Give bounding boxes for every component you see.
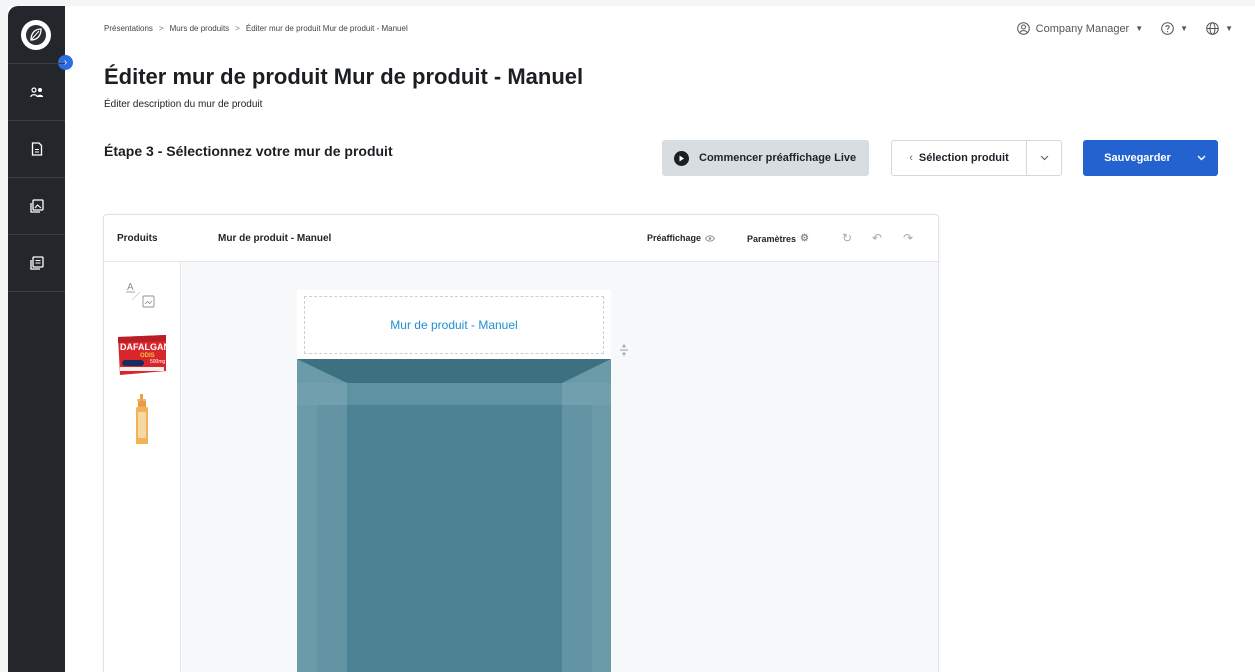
app-logo[interactable] [21, 20, 51, 50]
top-right-menu: Company Manager ▼ ▼ ▼ [1016, 22, 1233, 35]
chevron-down-icon [1197, 155, 1205, 161]
text-image-block-icon[interactable]: A [118, 280, 158, 314]
product-selection-main[interactable]: ‹ Sélection produit [892, 141, 1027, 175]
user-menu[interactable]: Company Manager ▼ [1016, 22, 1144, 35]
shelf-graphic [297, 359, 611, 672]
chevron-down-icon: ▼ [1180, 24, 1189, 33]
wall-shelf[interactable] [297, 359, 611, 672]
settings-button[interactable]: Paramètres ⚙ [747, 233, 809, 244]
chevron-down-icon: ▼ [1225, 24, 1233, 33]
step-title: Étape 3 - Sélectionnez votre mur de prod… [104, 143, 393, 159]
text-letter: A [127, 282, 134, 293]
page-description-link[interactable]: Éditer description du mur de produit [104, 99, 262, 110]
help-icon [1161, 22, 1174, 35]
sidebar-item-users[interactable] [8, 64, 65, 121]
refresh-icon[interactable]: ↻ [842, 231, 852, 245]
help-menu[interactable]: ▼ [1161, 22, 1188, 35]
breadcrumb: Présentations > Murs de produits > Édite… [104, 24, 408, 33]
breadcrumb-item-product-walls[interactable]: Murs de produits [170, 24, 230, 33]
user-circle-icon [1016, 22, 1030, 35]
presentations-icon [29, 256, 44, 270]
save-button[interactable]: Sauvegarder [1083, 140, 1218, 176]
preview-toggle-label: Préaffichage [647, 233, 702, 243]
gear-icon: ⚙ [800, 233, 810, 244]
save-dropdown[interactable] [1184, 140, 1218, 176]
wall-editor: Produits Mur de produit - Manuel Préaffi… [103, 214, 939, 672]
product-selection-dropdown[interactable] [1027, 141, 1061, 175]
products-panel: A DAFALGAN ODIS 500mg [104, 262, 181, 672]
chevron-left-icon: ‹ [909, 152, 913, 164]
breadcrumb-separator: > [158, 24, 164, 33]
leaf-logo-icon [26, 25, 46, 45]
product-dafalgan[interactable]: DAFALGAN ODIS 500mg [116, 333, 170, 377]
breadcrumb-item-current: Éditer mur de produit Mur de produit - M… [245, 24, 408, 33]
svg-text:500mg: 500mg [150, 359, 166, 365]
start-live-preview-label: Commencer préaffichage Live [699, 152, 857, 164]
users-icon [29, 87, 43, 98]
sidebar-item-gallery[interactable] [8, 178, 65, 235]
split-row-icon[interactable] [619, 344, 629, 358]
eye-icon [705, 234, 716, 242]
wall-header[interactable]: Mur de produit - Manuel [297, 290, 611, 359]
save-label: Sauvegarder [1104, 152, 1171, 164]
products-panel-title: Produits [117, 233, 158, 244]
start-live-preview-button[interactable]: Commencer préaffichage Live [662, 140, 869, 176]
globe-icon [1206, 22, 1219, 35]
play-icon [674, 150, 689, 166]
breadcrumb-item-presentations[interactable]: Présentations [104, 24, 153, 33]
sidebar-item-documents[interactable] [8, 121, 65, 178]
product-selection-button[interactable]: ‹ Sélection produit [891, 140, 1062, 176]
redo-icon[interactable]: ↷ [903, 231, 913, 245]
save-button-main[interactable]: Sauvegarder [1083, 140, 1184, 176]
chevron-down-icon: ▼ [1135, 24, 1144, 33]
wall-header-text[interactable]: Mur de produit - Manuel [304, 296, 604, 354]
product-selection-label: Sélection produit [918, 152, 1009, 164]
language-menu[interactable]: ▼ [1206, 22, 1233, 35]
document-icon [31, 142, 42, 156]
editor-header: Produits Mur de produit - Manuel Préaffi… [104, 215, 938, 262]
gallery-icon [29, 199, 44, 213]
breadcrumb-separator: > [235, 24, 240, 33]
preview-toggle[interactable]: Préaffichage [647, 233, 716, 243]
sidebar-item-presentations[interactable] [8, 235, 65, 292]
svg-text:DAFALGAN: DAFALGAN [120, 342, 168, 352]
wall-name: Mur de produit - Manuel [218, 233, 332, 244]
chevron-down-icon [1040, 155, 1048, 161]
page-title: Éditer mur de produit Mur de produit - M… [104, 64, 584, 89]
sidebar: › [8, 6, 73, 672]
product-bottle[interactable] [132, 394, 152, 446]
wall-canvas[interactable]: Mur de produit - Manuel [182, 262, 938, 672]
settings-label: Paramètres [747, 233, 797, 244]
user-name: Company Manager [1035, 22, 1130, 35]
product-wall[interactable]: Mur de produit - Manuel [297, 290, 611, 672]
undo-icon[interactable]: ↶ [872, 231, 882, 245]
